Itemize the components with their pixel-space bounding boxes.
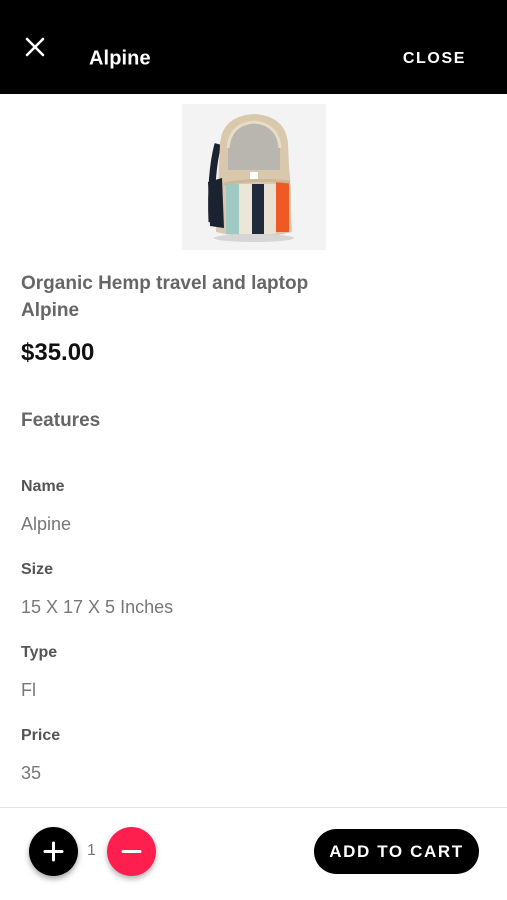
quantity-value: 1 — [87, 842, 96, 859]
bottom-divider — [0, 807, 507, 808]
feature-value-type: Fl — [21, 680, 36, 700]
feature-label-type: Type — [21, 644, 58, 661]
product-name: Organic Hemp travel and laptop Alpine — [21, 273, 309, 321]
minus-icon — [121, 850, 142, 853]
plus-icon — [43, 841, 64, 862]
page-title: Alpine — [89, 47, 151, 70]
backpack-image — [182, 104, 326, 250]
feature-value-price: 35 — [21, 763, 42, 783]
add-to-cart-button[interactable]: ADD TO CART — [314, 829, 479, 874]
product-price: $35.00 — [21, 339, 95, 366]
close-button[interactable]: CLOSE — [403, 50, 466, 68]
feature-label-size: Size — [21, 561, 54, 578]
feature-value-size: 15 X 17 X 5 Inches — [21, 597, 174, 617]
top-app-bar: Alpine CLOSE — [0, 0, 507, 94]
product-detail-screen: Alpine CLOSE Organic Hemp travel and lap… — [0, 0, 507, 900]
features-heading: Features — [21, 410, 101, 431]
feature-label-price: Price — [21, 727, 61, 744]
feature-value-name: Alpine — [21, 514, 72, 534]
decrease-quantity-button[interactable] — [107, 827, 156, 876]
feature-label-name: Name — [21, 478, 65, 495]
increase-quantity-button[interactable] — [29, 827, 78, 876]
close-x-icon[interactable] — [22, 34, 48, 60]
